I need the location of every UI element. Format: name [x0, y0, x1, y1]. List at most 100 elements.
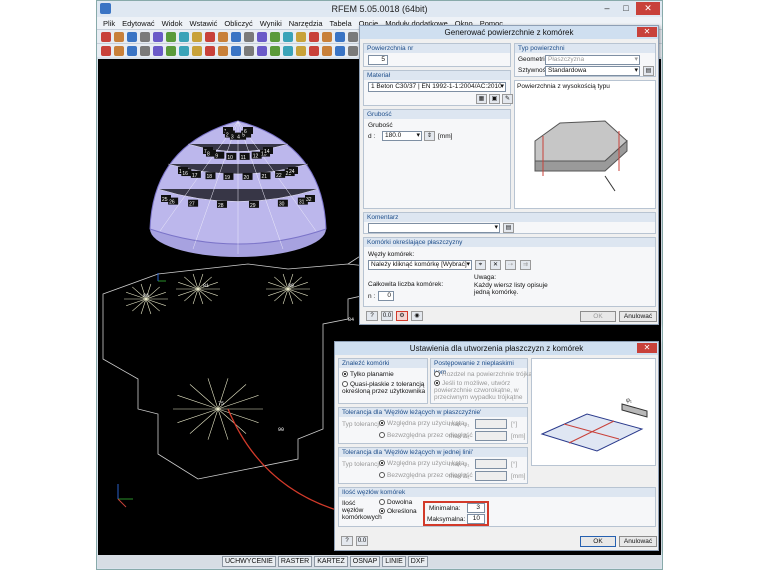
toolbar-icon[interactable] — [166, 31, 176, 42]
tol2-phi-input[interactable] — [475, 459, 507, 469]
tol1-delta-input[interactable] — [475, 431, 507, 441]
cancel-button[interactable]: Anulować — [619, 311, 657, 322]
help-icon[interactable]: ? — [366, 311, 378, 321]
maximize-button[interactable]: □ — [617, 2, 635, 15]
menu-item[interactable]: Edytować — [122, 19, 155, 28]
floor-node-label[interactable]: 89 — [288, 283, 294, 289]
material-select[interactable]: 1 Beton C30/37 | EN 1992-1-1:2004/AC:201… — [368, 82, 506, 92]
toolbar-icon[interactable] — [231, 31, 241, 42]
toolbar-icon[interactable] — [309, 31, 319, 42]
toolbar-icon[interactable] — [257, 31, 267, 42]
cell-move-icon[interactable]: ⇢ — [505, 260, 516, 270]
dome-node-label[interactable]: 16 — [181, 169, 192, 177]
dialog2-ok-button[interactable]: OK — [580, 536, 616, 547]
menu-item[interactable]: Narzędzia — [289, 19, 323, 28]
floor-node-label[interactable]: 84 — [348, 317, 354, 323]
thickness-pick-icon[interactable]: ⇕ — [424, 131, 435, 141]
dome-node-label[interactable]: 18 — [205, 172, 216, 180]
dome-node-label[interactable]: 32 — [305, 195, 315, 203]
menu-item[interactable]: Plik — [103, 19, 115, 28]
toolbar-icon[interactable] — [348, 45, 358, 56]
stiffness-select[interactable]: Standardowa — [545, 66, 640, 76]
view-icon[interactable]: ◉ — [411, 311, 423, 321]
floor-node-label[interactable]: 86 — [143, 293, 149, 299]
toolbar-icon[interactable] — [270, 45, 280, 56]
menu-item[interactable]: Widok — [162, 19, 183, 28]
floor-node-label[interactable]: 75 — [218, 401, 224, 407]
dome-node-label[interactable]: 20 — [242, 172, 253, 181]
dome-node-label[interactable]: 24 — [288, 167, 298, 175]
max-input[interactable]: 10 — [467, 514, 485, 524]
toolbar-icon[interactable] — [153, 31, 163, 42]
status-toggle-button[interactable]: UCHWYCENIE — [222, 556, 276, 567]
dome-node-label[interactable]: 10 — [226, 152, 237, 161]
units-icon[interactable]: 0.0 — [381, 311, 393, 321]
opt-any-radio[interactable]: Dowolna — [379, 499, 412, 506]
dome-node-label[interactable]: 26 — [168, 197, 179, 206]
toolbar-icon[interactable] — [179, 45, 189, 56]
status-toggle-button[interactable]: KARTEZ — [314, 556, 348, 567]
tol1-phi-input[interactable] — [475, 419, 507, 429]
toolbar-icon[interactable] — [153, 45, 163, 56]
status-toggle-button[interactable]: DXF — [407, 556, 428, 567]
toolbar-icon[interactable] — [140, 45, 150, 56]
toolbar-icon[interactable] — [140, 31, 150, 42]
dome-node-label[interactable]: 28 — [216, 200, 227, 209]
opt-quasi-radio[interactable]: Quasi-płaskie z tolerancją określoną prz… — [342, 381, 426, 395]
toolbar-icon[interactable] — [192, 31, 202, 42]
material-library-icon[interactable]: ▦ — [476, 94, 487, 104]
toolbar-icon[interactable] — [257, 45, 267, 56]
menu-item[interactable]: Obliczyć — [224, 19, 252, 28]
status-toggle-button[interactable]: RASTER — [277, 556, 313, 567]
toolbar-icon[interactable] — [127, 45, 137, 56]
toolbar-icon[interactable] — [114, 31, 124, 42]
opt-curved-radio[interactable]: Jeśli to możliwe, utwórz powierzchnie cz… — [434, 380, 526, 401]
dome-node-label[interactable]: 11 — [239, 152, 250, 161]
toolbar-icon[interactable] — [335, 31, 345, 42]
cell-nodes-select[interactable]: Należy kliknąć komórkę [Wybrać] — [368, 260, 472, 270]
settings-icon[interactable]: ⚙ — [396, 311, 408, 321]
dome-node-label[interactable]: 22 — [275, 170, 286, 179]
floor-node-label[interactable]: 90 — [278, 427, 284, 433]
toolbar-icon[interactable] — [335, 45, 345, 56]
toolbar-icon[interactable] — [192, 45, 202, 56]
dialog2-cancel-button[interactable]: Anulować — [619, 536, 657, 547]
menu-item[interactable]: Wstawić — [189, 19, 217, 28]
dome-node-label[interactable]: 9 — [214, 151, 225, 160]
opt-defined-radio[interactable]: Określona — [379, 508, 417, 515]
cell-copy-icon[interactable]: ⇉ — [520, 260, 531, 270]
toolbar-icon[interactable] — [218, 31, 228, 42]
dome-node-label[interactable]: 17 — [190, 170, 201, 179]
menu-item[interactable]: Tabela — [330, 19, 352, 28]
toolbar-icon[interactable] — [322, 45, 332, 56]
toolbar-icon[interactable] — [322, 31, 332, 42]
toolbar-icon[interactable] — [244, 31, 254, 42]
status-toggle-button[interactable]: OSNAP — [349, 556, 381, 567]
ok-button[interactable]: OK — [580, 311, 616, 322]
toolbar-icon[interactable] — [296, 45, 306, 56]
comment-input[interactable] — [368, 223, 500, 233]
material-edit-icon[interactable]: ✎ — [502, 94, 513, 104]
close-button[interactable]: ✕ — [636, 2, 660, 15]
opt-plan-radio[interactable]: Tylko planarnie — [342, 371, 394, 378]
menu-item[interactable]: Wyniki — [260, 19, 282, 28]
toolbar-icon[interactable] — [166, 45, 176, 56]
toolbar-icon[interactable] — [205, 45, 215, 56]
dialog2-help-icon[interactable]: ? — [341, 536, 353, 546]
toolbar-icon[interactable] — [348, 31, 358, 42]
dome-node-label[interactable]: 19 — [223, 172, 234, 181]
dome-node-label[interactable]: 6 — [243, 127, 253, 135]
toolbar-icon[interactable] — [114, 45, 124, 56]
toolbar-icon[interactable] — [283, 31, 293, 42]
delete-cell-icon[interactable]: ✕ — [490, 260, 501, 270]
dome-node-label[interactable]: 21 — [260, 172, 271, 180]
toolbar-icon[interactable] — [179, 31, 189, 42]
toolbar-icon[interactable] — [205, 31, 215, 42]
status-toggle-button[interactable]: LINIE — [382, 556, 406, 567]
toolbar-icon[interactable] — [101, 45, 111, 56]
toolbar-icon[interactable] — [244, 45, 254, 56]
minimize-button[interactable]: – — [598, 2, 616, 15]
dialog-close-button[interactable]: ✕ — [637, 27, 657, 37]
toolbar-icon[interactable] — [270, 31, 280, 42]
tol2-delta-input[interactable] — [475, 471, 507, 481]
